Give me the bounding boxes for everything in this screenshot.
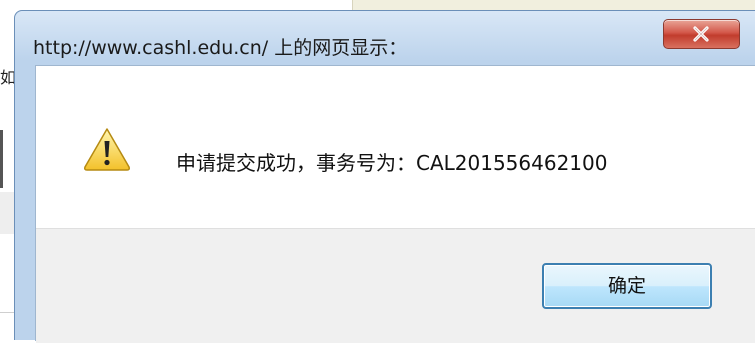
close-icon <box>693 26 709 42</box>
warning-icon <box>84 128 130 171</box>
close-button[interactable] <box>663 19 740 49</box>
ok-button[interactable]: 确定 <box>542 263 712 309</box>
dialog-title: http://www.cashl.edu.cn/ 上的网页显示： <box>33 37 408 59</box>
background-partial-text: 如 <box>0 68 14 87</box>
background-row <box>0 192 14 234</box>
background-mark <box>0 130 3 188</box>
alert-dialog: http://www.cashl.edu.cn/ 上的网页显示： 申请提交成功，… <box>14 10 755 343</box>
dialog-titlebar[interactable]: http://www.cashl.edu.cn/ 上的网页显示： <box>15 11 755 61</box>
dialog-client-area: 申请提交成功，事务号为：CAL201556462100 确定 <box>35 65 755 343</box>
dialog-content: 申请提交成功，事务号为：CAL201556462100 <box>36 66 755 228</box>
dialog-message: 申请提交成功，事务号为：CAL201556462100 <box>176 151 608 175</box>
